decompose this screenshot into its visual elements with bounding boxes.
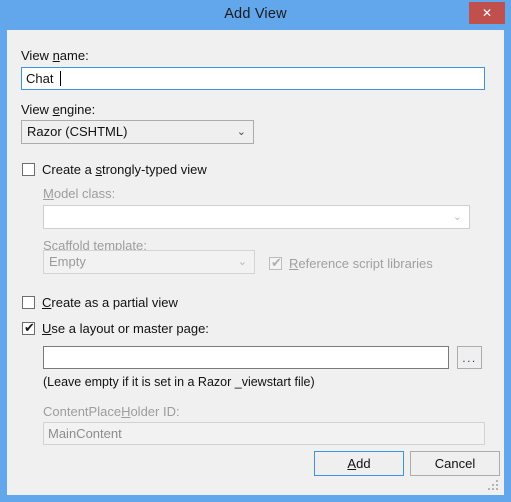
title-bar: Add View ✕ (0, 0, 511, 30)
layout-path-input[interactable] (43, 346, 449, 369)
view-engine-label: View engine: (21, 102, 96, 117)
use-layout-label: Use a layout or master page: (42, 320, 209, 336)
view-engine-value: Razor (CSHTML) (27, 124, 128, 139)
dialog-client-area: View name: View engine: Razor (CSHTML) ⌄… (7, 30, 504, 495)
chevron-down-icon: ⌄ (236, 126, 246, 138)
scaffold-template-value: Empty (49, 254, 86, 269)
reference-script-libraries-checkbox[interactable]: ✔ (269, 254, 282, 270)
layout-hint-text: (Leave empty if it is set in a Razor _vi… (43, 375, 315, 389)
use-layout-checkbox[interactable]: ✔ (22, 319, 35, 335)
add-button[interactable]: Add (314, 451, 404, 476)
content-placeholder-label: ContentPlaceHolder ID: (43, 404, 180, 419)
partial-view-checkbox-row[interactable]: Create as a partial view (22, 293, 178, 311)
use-layout-checkbox-row[interactable]: ✔ Use a layout or master page: (22, 319, 209, 337)
strongly-typed-checkbox-row[interactable]: Create a strongly-typed view (22, 160, 207, 178)
browse-layout-button[interactable]: ... (457, 346, 482, 369)
view-name-input[interactable] (21, 67, 485, 90)
chevron-down-icon: ⌄ (452, 211, 462, 223)
add-view-dialog-window: Add View ✕ View name: View engine: Razor… (0, 0, 511, 502)
content-placeholder-input[interactable] (43, 422, 485, 445)
view-engine-dropdown[interactable]: Razor (CSHTML) ⌄ (21, 120, 254, 144)
reference-script-libraries-checkbox-row[interactable]: ✔ Reference script libraries (269, 254, 433, 272)
reference-script-libraries-label: Reference script libraries (289, 255, 433, 271)
check-icon: ✔ (24, 319, 35, 335)
resize-grip[interactable] (488, 480, 500, 492)
view-name-label: View name: (21, 48, 89, 63)
strongly-typed-checkbox[interactable] (22, 162, 35, 176)
check-icon: ✔ (271, 254, 282, 270)
close-icon[interactable]: ✕ (469, 2, 505, 24)
chevron-down-icon: ⌄ (237, 256, 247, 268)
strongly-typed-label: Create a strongly-typed view (42, 161, 207, 177)
model-class-dropdown[interactable]: ⌄ (43, 205, 470, 229)
partial-view-label: Create as a partial view (42, 294, 178, 310)
window-title: Add View (224, 6, 287, 22)
partial-view-checkbox[interactable] (22, 295, 35, 309)
text-caret (60, 71, 61, 86)
cancel-button[interactable]: Cancel (410, 451, 500, 476)
model-class-label: Model class: (43, 186, 116, 201)
scaffold-template-dropdown[interactable]: Empty ⌄ (43, 250, 255, 274)
